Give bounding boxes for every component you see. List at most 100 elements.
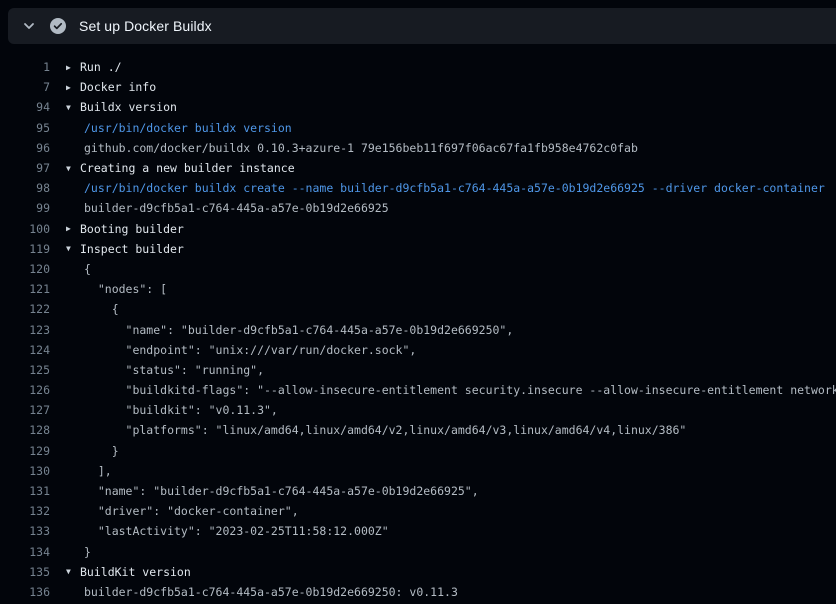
log-line-content: "name": "builder-d9cfb5a1-c764-445a-a57e… — [50, 484, 479, 498]
line-number[interactable]: 128 — [0, 423, 50, 437]
line-number[interactable]: 96 — [0, 141, 50, 155]
line-number[interactable]: 129 — [0, 444, 50, 458]
log-line-content: ▼Creating a new builder instance — [50, 161, 295, 175]
log-line-group[interactable]: 119 ▼Inspect builder — [0, 239, 836, 259]
log-text: /usr/bin/docker buildx version — [66, 121, 292, 135]
log-text: Booting builder — [80, 222, 184, 236]
log-line-content: ▶Booting builder — [50, 222, 184, 236]
log-lines: 1▶Run ./7▶Docker info94▼Buildx version95… — [0, 44, 836, 602]
line-number[interactable]: 136 — [0, 585, 50, 599]
log-line-output: 129 } — [0, 441, 836, 461]
log-line-output: 134} — [0, 542, 836, 562]
line-number[interactable]: 127 — [0, 403, 50, 417]
log-text: github.com/docker/buildx 0.10.3+azure-1 … — [66, 141, 638, 155]
line-number[interactable]: 130 — [0, 464, 50, 478]
log-text: BuildKit version — [80, 565, 191, 579]
log-line-content: github.com/docker/buildx 0.10.3+azure-1 … — [50, 141, 638, 155]
triangle-expanded-icon[interactable]: ▼ — [66, 567, 80, 576]
line-number[interactable]: 125 — [0, 363, 50, 377]
log-line-group[interactable]: 94▼Buildx version — [0, 97, 836, 117]
log-line-output: 127 "buildkit": "v0.11.3", — [0, 400, 836, 420]
log-line-content: "buildkitd-flags": "--allow-insecure-ent… — [50, 383, 836, 397]
log-text: "status": "running", — [66, 363, 264, 377]
log-text: Run ./ — [80, 60, 122, 74]
log-line-output: 128 "platforms": "linux/amd64,linux/amd6… — [0, 420, 836, 440]
triangle-collapsed-icon[interactable]: ▶ — [66, 83, 80, 92]
line-number[interactable]: 99 — [0, 201, 50, 215]
line-number[interactable]: 7 — [0, 80, 50, 94]
log-line-content: builder-d9cfb5a1-c764-445a-a57e-0b19d2e6… — [50, 201, 389, 215]
log-line-content: "platforms": "linux/amd64,linux/amd64/v2… — [50, 423, 686, 437]
line-number[interactable]: 94 — [0, 100, 50, 114]
step-title: Set up Docker Buildx — [79, 18, 212, 34]
line-number[interactable]: 134 — [0, 545, 50, 559]
log-line-group[interactable]: 7 ▶Docker info — [0, 77, 836, 97]
line-number[interactable]: 121 — [0, 282, 50, 296]
check-circle-icon — [50, 18, 66, 34]
log-line-content: ], — [50, 464, 112, 478]
log-line-output: 121 "nodes": [ — [0, 279, 836, 299]
line-number[interactable]: 98 — [0, 181, 50, 195]
line-number[interactable]: 1 — [0, 60, 50, 74]
log-line-content: /usr/bin/docker buildx version — [50, 121, 292, 135]
log-text: "name": "builder-d9cfb5a1-c764-445a-a57e… — [66, 323, 513, 337]
chevron-down-icon[interactable] — [21, 18, 37, 34]
log-text: Inspect builder — [80, 242, 184, 256]
log-line-content: /usr/bin/docker buildx create --name bui… — [50, 181, 825, 195]
triangle-expanded-icon[interactable]: ▼ — [66, 164, 80, 173]
line-number[interactable]: 119 — [0, 242, 50, 256]
triangle-collapsed-icon[interactable]: ▶ — [66, 224, 80, 233]
log-line-group[interactable]: 1 ▶Run ./ — [0, 57, 836, 77]
line-number[interactable]: 120 — [0, 262, 50, 276]
log-line-output: 123 "name": "builder-d9cfb5a1-c764-445a-… — [0, 319, 836, 339]
log-text: "nodes": [ — [66, 282, 167, 296]
log-line-content: ▼BuildKit version — [50, 565, 191, 579]
line-number[interactable]: 135 — [0, 565, 50, 579]
log-line-content: "endpoint": "unix:///var/run/docker.sock… — [50, 343, 416, 357]
log-text: "buildkitd-flags": "--allow-insecure-ent… — [66, 383, 836, 397]
line-number[interactable]: 122 — [0, 302, 50, 316]
log-text: ], — [66, 464, 112, 478]
line-number[interactable]: 124 — [0, 343, 50, 357]
line-number[interactable]: 97 — [0, 161, 50, 175]
log-line-output: 120{ — [0, 259, 836, 279]
line-number[interactable]: 126 — [0, 383, 50, 397]
log-text: /usr/bin/docker buildx create --name bui… — [66, 181, 825, 195]
log-line-output: 96 github.com/docker/buildx 0.10.3+azure-… — [0, 138, 836, 158]
step-header[interactable]: Set up Docker Buildx — [8, 8, 836, 44]
log-text: builder-d9cfb5a1-c764-445a-a57e-0b19d2e6… — [66, 201, 389, 215]
log-line-output: 126 "buildkitd-flags": "--allow-insecure… — [0, 380, 836, 400]
log-text: Buildx version — [80, 100, 177, 114]
log-line-group[interactable]: 135▼BuildKit version — [0, 562, 836, 582]
log-text: "name": "builder-d9cfb5a1-c764-445a-a57e… — [66, 484, 479, 498]
log-text: builder-d9cfb5a1-c764-445a-a57e-0b19d2e6… — [66, 585, 458, 599]
log-line-output: 133 "lastActivity": "2023-02-25T11:58:12… — [0, 521, 836, 541]
log-line-group[interactable]: 100▶Booting builder — [0, 219, 836, 239]
log-text: "driver": "docker-container", — [66, 504, 299, 518]
log-line-content: { — [50, 302, 119, 316]
log-line-group[interactable]: 97▼Creating a new builder instance — [0, 158, 836, 178]
line-number[interactable]: 132 — [0, 504, 50, 518]
log-text: { — [66, 302, 119, 316]
log-line-output: 132 "driver": "docker-container", — [0, 501, 836, 521]
triangle-expanded-icon[interactable]: ▼ — [66, 103, 80, 112]
log-text: "platforms": "linux/amd64,linux/amd64/v2… — [66, 423, 686, 437]
log-text: Docker info — [80, 80, 156, 94]
log-line-content: ▼Buildx version — [50, 100, 177, 114]
line-number[interactable]: 100 — [0, 222, 50, 236]
log-line-content: { — [50, 262, 91, 276]
log-line-content: "status": "running", — [50, 363, 264, 377]
triangle-collapsed-icon[interactable]: ▶ — [66, 63, 80, 72]
log-line-content: "name": "builder-d9cfb5a1-c764-445a-a57e… — [50, 323, 513, 337]
log-text: "endpoint": "unix:///var/run/docker.sock… — [66, 343, 416, 357]
line-number[interactable]: 123 — [0, 323, 50, 337]
line-number[interactable]: 133 — [0, 524, 50, 538]
log-line-output: 130 ], — [0, 461, 836, 481]
line-number[interactable]: 95 — [0, 121, 50, 135]
log-line-command: 98/usr/bin/docker buildx create --name b… — [0, 178, 836, 198]
log-line-output: 125 "status": "running", — [0, 360, 836, 380]
line-number[interactable]: 131 — [0, 484, 50, 498]
log-line-output: 136 builder-d9cfb5a1-c764-445a-a57e-0b19d… — [0, 582, 836, 602]
triangle-expanded-icon[interactable]: ▼ — [66, 244, 80, 253]
log-text: Creating a new builder instance — [80, 161, 295, 175]
